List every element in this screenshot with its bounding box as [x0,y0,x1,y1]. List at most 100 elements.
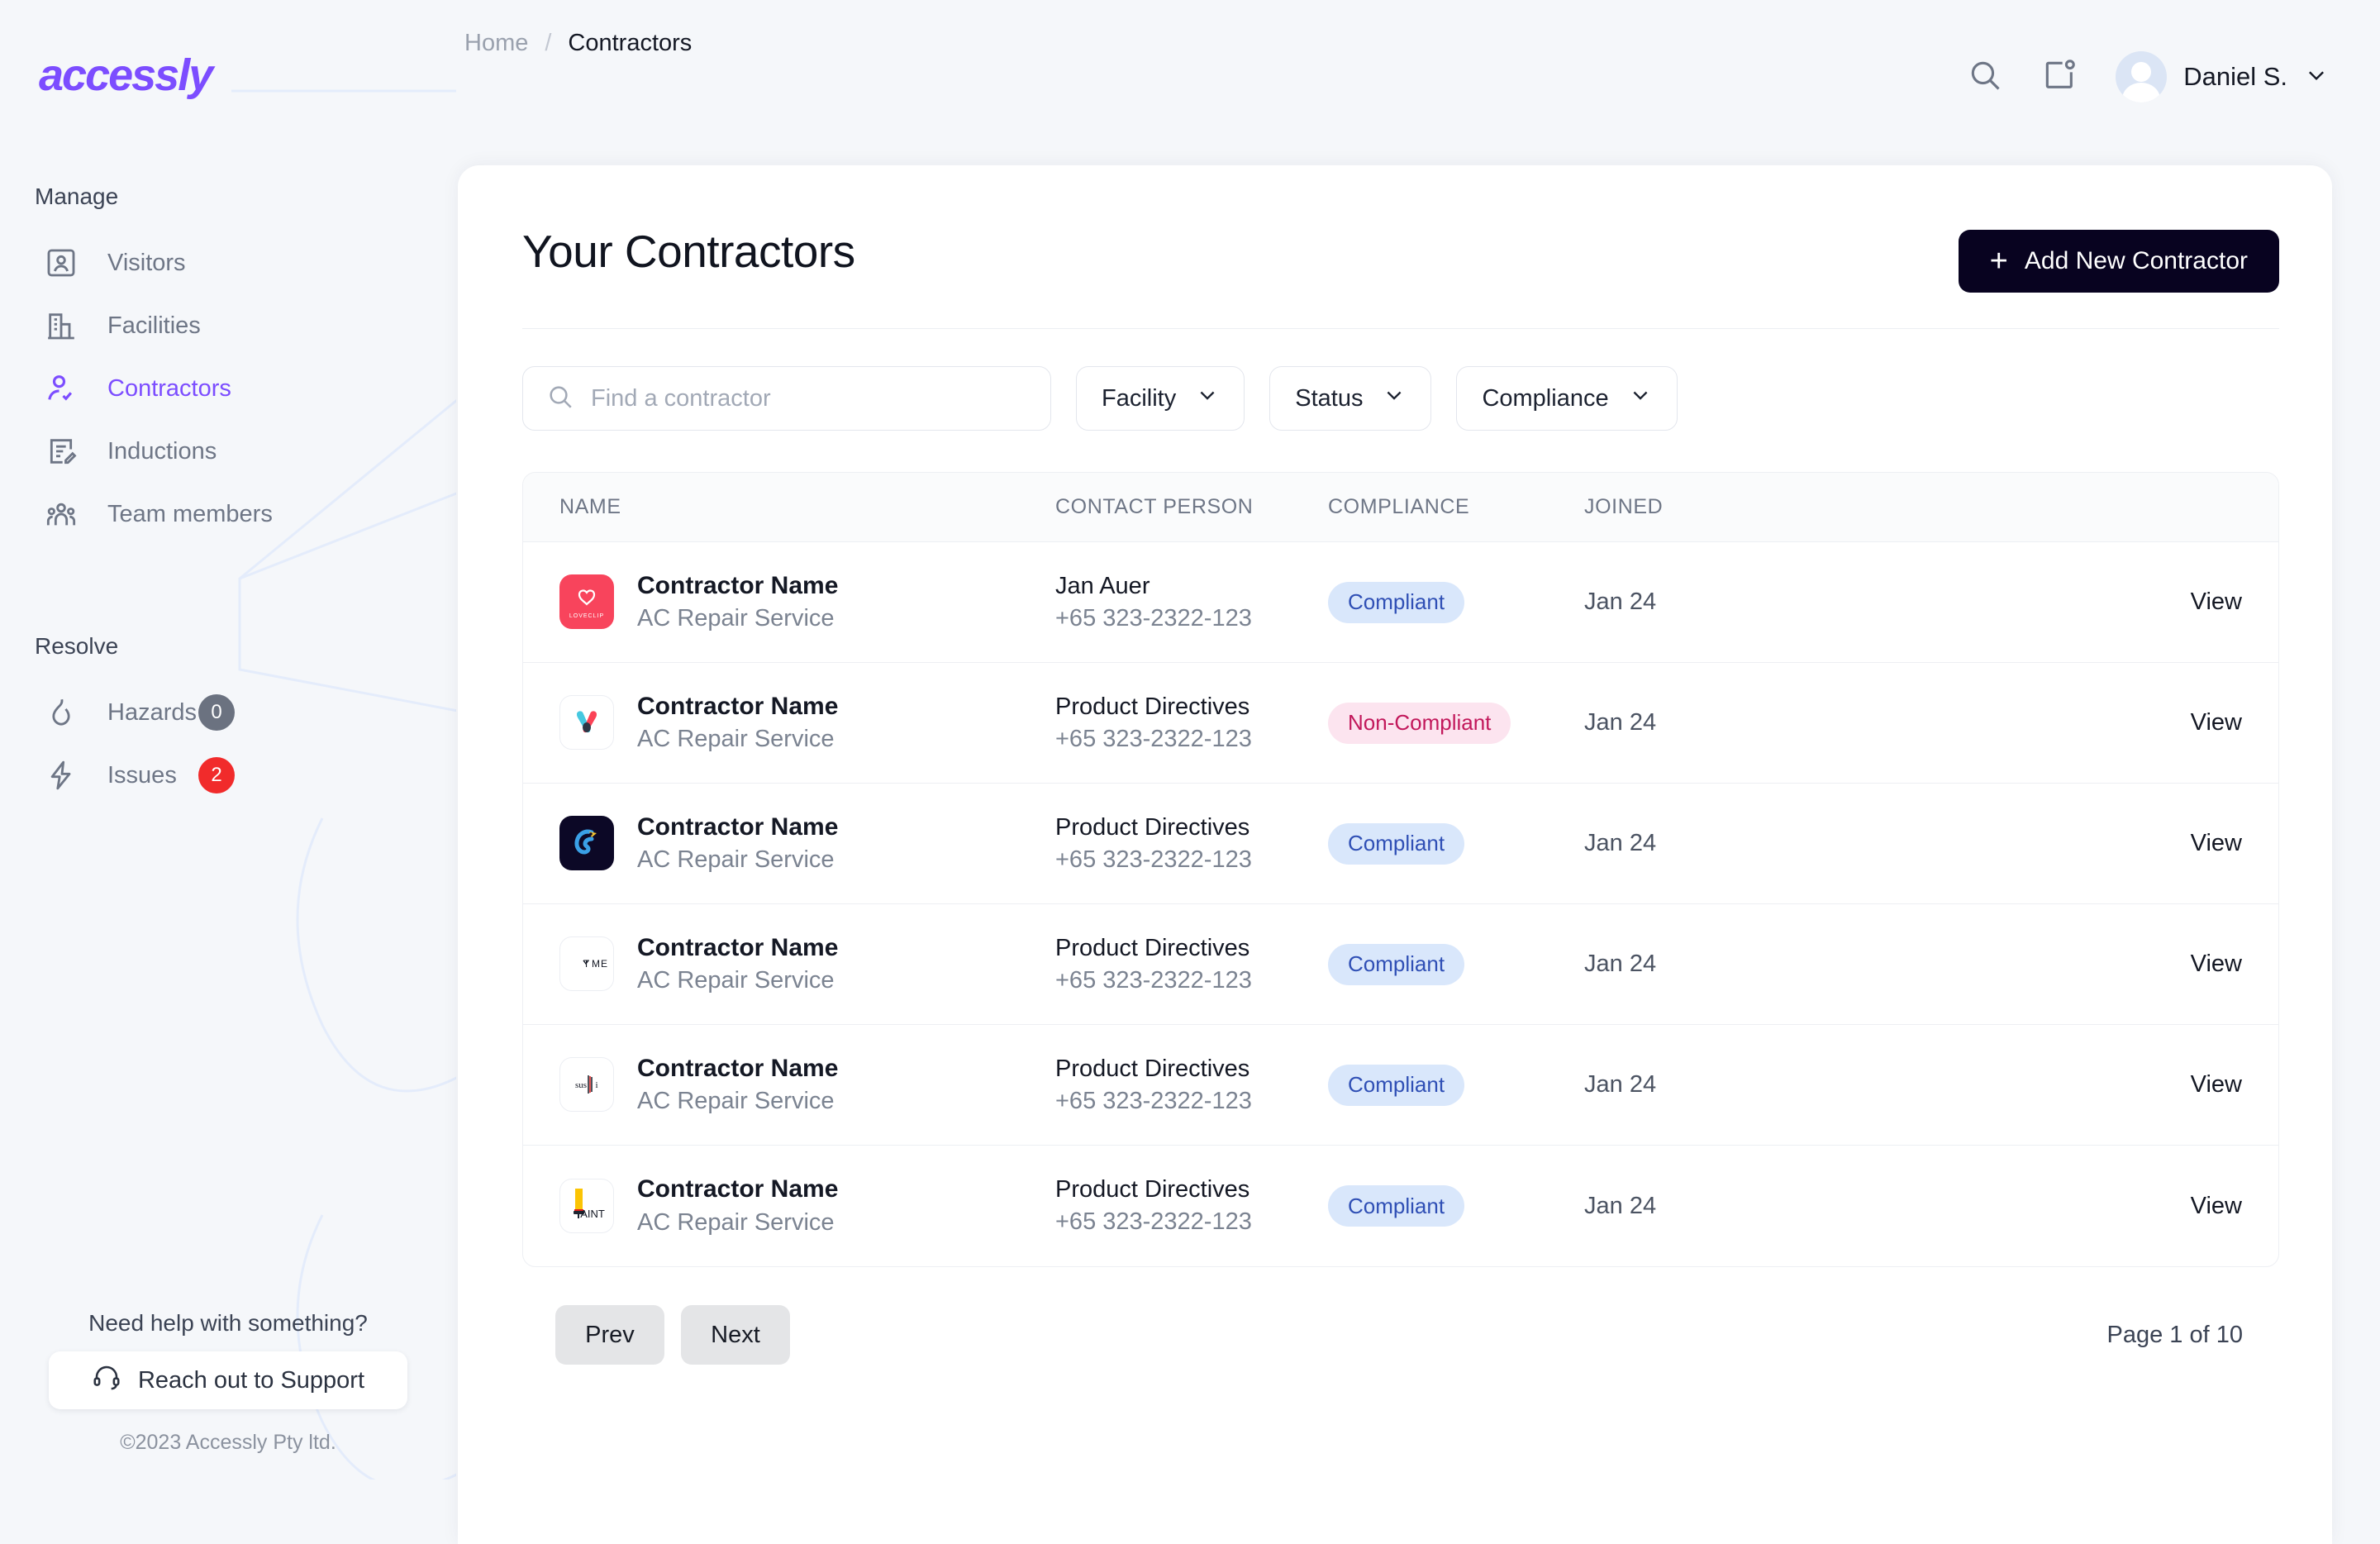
contractor-name: Contractor Name [637,1175,839,1203]
contact-name: Product Directives [1055,1176,1250,1203]
support-button-label: Reach out to Support [137,1366,365,1394]
content-card: Your Contractors + Add New Contractor Fi… [458,165,2332,1544]
svg-text:ME: ME [592,958,608,970]
contractor-service: AC Repair Service [637,1208,835,1236]
contractor-service: AC Repair Service [637,967,835,994]
search-input[interactable] [591,384,1050,412]
contractors-table: NAME CONTACT PERSON COMPLIANCE JOINED LO… [522,472,2279,1267]
search-contractor-box[interactable] [522,366,1051,431]
view-link[interactable]: View [2191,589,2242,615]
sidebar-item-issues[interactable]: Issues 2 [0,744,456,807]
reach-out-to-support-button[interactable]: Reach out to Support [49,1351,407,1409]
chevron-down-icon [1383,384,1406,413]
view-link[interactable]: View [2191,709,2242,736]
contact-phone: +65 323-2322-123 [1055,725,1252,752]
column-header-joined: JOINED [1584,495,1664,518]
compliance-cell: Compliant [1328,943,1584,985]
card-header: Your Contractors + Add New Contractor [522,225,2279,293]
notification-card-icon[interactable] [2041,57,2078,98]
sidebar-item-label: Visitors [107,249,186,276]
filter-facility-dropdown[interactable]: Facility [1076,366,1245,431]
copyright-text: ©2023 Accessly Pty ltd. [120,1431,336,1454]
sidebar: accessly Manage Visitors Facilities Cont… [0,0,456,1544]
sidebar-item-facilities[interactable]: Facilities [0,294,456,357]
sidebar-item-visitors[interactable]: Visitors [0,231,456,294]
table-row[interactable]: LOVECLIP Contractor Name AC Repair Servi… [523,542,2278,663]
view-link[interactable]: View [2191,1071,2242,1098]
loveclip-logo: LOVECLIP [559,574,614,630]
sidebar-item-label: Facilities [107,312,201,339]
sidebar-item-inductions[interactable]: Inductions [0,420,456,483]
compliance-cell: Compliant [1328,581,1584,623]
filter-compliance-dropdown[interactable]: Compliance [1456,366,1678,431]
contractor-cell: AINT Contractor Name AC Repair Service [559,1173,1055,1238]
id-card-icon [45,246,88,279]
sidebar-item-contractors[interactable]: Contractors [0,357,456,420]
view-link[interactable]: View [2191,951,2242,977]
breadcrumb-home[interactable]: Home [464,30,528,57]
sidebar-item-label: Inductions [107,437,217,465]
joined-date: Jan 24 [1584,830,1657,856]
sidebar-item-team-members[interactable]: Team members [0,483,456,546]
contractor-service: AC Repair Service [637,726,835,753]
user-name: Daniel S. [2183,62,2287,91]
contractor-cell: LOVECLIP Contractor Name AC Repair Servi… [559,569,1055,635]
contractor-name: Contractor Name [637,1054,839,1082]
paint-logo: AINT [559,1178,614,1233]
contractor-service: AC Repair Service [637,605,835,632]
flame-icon [45,696,88,729]
sidebar-item-hazards[interactable]: Hazards 0 [0,681,456,744]
breadcrumb-separator: / [545,30,552,56]
sidebar-section-manage: Manage [35,183,119,209]
contact-cell: Product Directives +65 323-2322-123 [1055,1053,1328,1117]
view-link[interactable]: View [2191,1193,2242,1219]
page-indicator: Page 1 of 10 [2106,1321,2243,1348]
svg-text:i: i [595,1080,597,1090]
column-header-contact: CONTACT PERSON [1055,495,1254,518]
svg-text:sus: sus [575,1080,587,1090]
user-check-icon [45,372,88,405]
column-header-name: NAME [559,495,621,518]
table-row[interactable]: Contractor Name AC Repair Service Produc… [523,663,2278,784]
contractor-cell: Contractor Name AC Repair Service [559,690,1055,755]
brand-logo[interactable]: accessly [39,50,456,101]
table-row[interactable]: AINT Contractor Name AC Repair Service P… [523,1146,2278,1266]
compliance-badge: Non-Compliant [1328,702,1511,744]
contractor-service: AC Repair Service [637,846,835,874]
headset-icon [92,1362,121,1399]
add-new-contractor-button[interactable]: + Add New Contractor [1958,230,2279,293]
table-header-row: NAME CONTACT PERSON COMPLIANCE JOINED [523,473,2278,542]
view-link[interactable]: View [2191,830,2242,856]
m-mark-logo [559,695,614,751]
compliance-cell: Compliant [1328,1064,1584,1106]
search-icon [546,383,574,415]
contact-phone: +65 323-2322-123 [1055,966,1252,994]
svg-text:AINT: AINT [580,1208,605,1220]
contact-cell: Product Directives +65 323-2322-123 [1055,1174,1328,1238]
joined-date: Jan 24 [1584,1071,1657,1098]
sushi-logo: sus i [559,1057,614,1113]
chevron-down-icon [1196,384,1219,413]
breadcrumb: Home / Contractors [464,30,692,57]
people-group-icon [45,498,88,531]
chameleon-logo [559,816,614,871]
contractor-service: AC Repair Service [637,1088,835,1115]
contact-name: Product Directives [1055,813,1250,841]
table-row[interactable]: Contractor Name AC Repair Service Produc… [523,784,2278,904]
next-page-button[interactable]: Next [681,1305,790,1365]
app-root: accessly Manage Visitors Facilities Cont… [0,0,2380,1544]
search-icon[interactable] [1967,57,2003,98]
contact-name: Product Directives [1055,1055,1250,1082]
prev-page-button[interactable]: Prev [555,1305,664,1365]
filter-status-dropdown[interactable]: Status [1269,366,1432,431]
table-row[interactable]: T ME Contractor Name AC Repair Service Pr… [523,904,2278,1025]
table-row[interactable]: sus i Contractor Name AC Repair Service P… [523,1025,2278,1146]
user-menu[interactable]: Daniel S. [2116,51,2329,102]
contractor-name: Contractor Name [637,571,839,599]
sidebar-nav-resolve: Hazards 0 Issues 2 [0,681,456,807]
add-button-label: Add New Contractor [2024,247,2248,274]
compliance-badge: Compliant [1328,822,1465,865]
contractor-name: Contractor Name [637,933,839,961]
sidebar-item-label: Hazards [107,698,197,726]
joined-date: Jan 24 [1584,589,1657,615]
